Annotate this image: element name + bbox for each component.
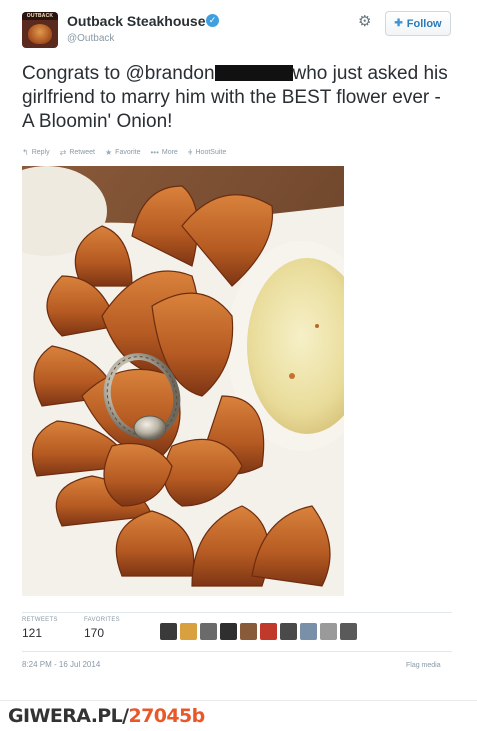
favorite-label: Favorite — [115, 149, 141, 156]
watermark: GIWERA.PL/27045b — [0, 700, 477, 731]
bloomin-onion-image — [22, 166, 344, 596]
tweet-actions: ↰ Reply ⇄ Retweet ★ Favorite ••• More ǂ HootS… — [22, 148, 226, 157]
follow-label: Follow — [406, 17, 442, 30]
tweet-photo[interactable] — [22, 166, 344, 596]
avatar[interactable] — [300, 623, 317, 640]
watermark-id: 27045b — [128, 705, 205, 727]
more-label: More — [161, 149, 178, 156]
account-handle[interactable]: @Outback — [67, 33, 114, 44]
retweet-icon: ⇄ — [59, 148, 67, 157]
tweet-card: OUTBACK Outback Steakhouse ✓ @Outback ⚙ … — [0, 0, 477, 700]
avatar[interactable] — [160, 623, 177, 640]
account-name[interactable]: Outback Steakhouse — [67, 13, 206, 29]
more-action[interactable]: ••• More — [150, 148, 177, 157]
verified-badge-icon: ✓ — [206, 14, 219, 27]
favorites-stat[interactable]: FAVORITES 170 — [84, 617, 120, 640]
tweet-text-start: Congrats to @brandon — [22, 63, 215, 84]
retweet-action[interactable]: ⇄ Retweet — [60, 148, 95, 157]
avatar[interactable] — [340, 623, 357, 640]
favoriter-avatars — [160, 623, 357, 640]
retweets-label: RETWEETS — [22, 617, 58, 623]
redaction-bar — [214, 65, 293, 81]
avatar[interactable] — [260, 623, 277, 640]
avatar[interactable] — [220, 623, 237, 640]
tweet-stats: RETWEETS 121 FAVORITES 170 — [22, 612, 452, 652]
reply-label: Reply — [31, 149, 50, 156]
add-user-icon: ✚ — [394, 18, 403, 29]
hootsuite-action[interactable]: ǂ HootSuite — [188, 148, 226, 157]
watermark-site: GIWERA.PL/ — [8, 705, 129, 727]
avatar[interactable] — [320, 623, 337, 640]
favorites-count: 170 — [84, 626, 105, 640]
favorite-action[interactable]: ★ Favorite — [105, 148, 140, 157]
retweets-stat[interactable]: RETWEETS 121 — [22, 617, 58, 640]
flag-media-link[interactable]: Flag media — [406, 662, 441, 669]
avatar-logo-text: OUTBACK — [26, 13, 54, 19]
avatar[interactable] — [240, 623, 257, 640]
retweet-label: Retweet — [69, 149, 95, 156]
avatar[interactable] — [280, 623, 297, 640]
retweets-count: 121 — [22, 626, 43, 640]
follow-button[interactable]: ✚ Follow — [385, 11, 451, 36]
reply-icon: ↰ — [22, 148, 29, 157]
star-icon: ★ — [105, 148, 113, 157]
onion-icon — [28, 24, 52, 44]
hootsuite-label: HootSuite — [195, 149, 227, 156]
avatar[interactable] — [200, 623, 217, 640]
favorites-label: FAVORITES — [84, 617, 120, 623]
tweet-text: Congrats to @brandon who just asked his g… — [22, 62, 452, 134]
gear-icon[interactable]: ⚙ — [358, 14, 371, 29]
hootsuite-icon: ǂ — [187, 148, 193, 157]
more-icon: ••• — [150, 148, 159, 157]
reply-action[interactable]: ↰ Reply — [22, 148, 50, 157]
avatar[interactable] — [180, 623, 197, 640]
tweet-timestamp[interactable]: 8:24 PM - 16 Jul 2014 — [22, 660, 100, 669]
watermark-text: GIWERA.PL/27045b — [8, 705, 205, 727]
avatar[interactable]: OUTBACK — [22, 12, 58, 48]
